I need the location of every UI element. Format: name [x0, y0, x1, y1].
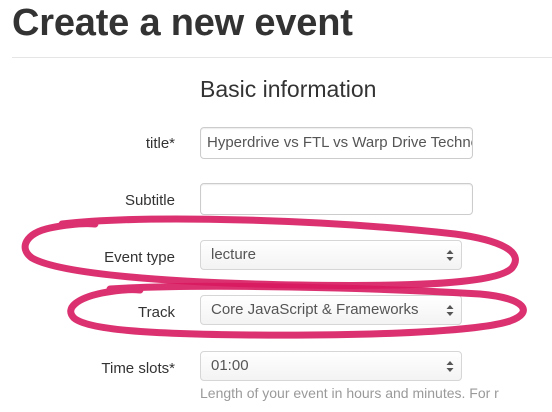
page-title: Create a new event	[12, 2, 353, 44]
title-input[interactable]: Hyperdrive vs FTL vs Warp Drive Technolo…	[200, 127, 473, 159]
event-type-select[interactable]: lecture	[200, 240, 462, 270]
time-slots-label: Time slots*	[101, 360, 175, 377]
up-down-chevron-icon	[446, 361, 454, 372]
event-type-selected-value: lecture	[211, 246, 257, 263]
track-label: Track	[138, 304, 175, 321]
subtitle-input[interactable]	[200, 183, 473, 215]
up-down-chevron-icon	[446, 305, 454, 316]
time-slots-select[interactable]: 01:00	[200, 351, 462, 381]
section-heading-basic-information: Basic information	[200, 76, 377, 102]
up-down-chevron-icon	[446, 250, 454, 261]
create-event-page: Create a new event Basic information tit…	[0, 0, 552, 412]
title-label: title*	[145, 135, 175, 152]
track-selected-value: Core JavaScript & Frameworks	[211, 301, 419, 318]
subtitle-label: Subtitle	[124, 192, 175, 209]
time-slots-selected-value: 01:00	[211, 357, 249, 374]
title-divider	[12, 57, 552, 58]
time-slots-help-text: Length of your event in hours and minute…	[200, 385, 499, 401]
track-select[interactable]: Core JavaScript & Frameworks	[200, 295, 462, 325]
event-type-label: Event type	[104, 249, 175, 266]
